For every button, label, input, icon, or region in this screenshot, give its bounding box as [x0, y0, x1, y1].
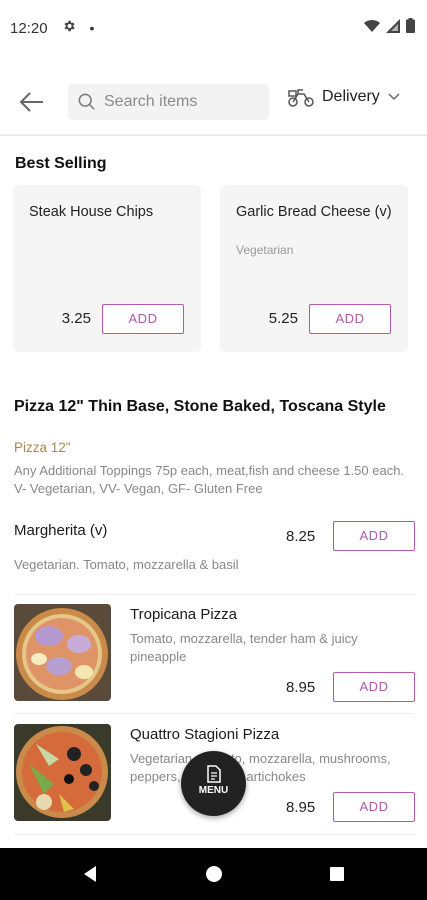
search-input[interactable]: [104, 93, 254, 111]
search-icon: [78, 93, 95, 110]
item-name: Margherita (v): [14, 522, 108, 539]
category-description: Any Additional Toppings 75p each, meat,f…: [14, 463, 405, 496]
delivery-selector[interactable]: Delivery: [288, 86, 400, 108]
add-button[interactable]: ADD: [309, 304, 391, 334]
pizza-image: [14, 604, 111, 701]
status-time: 12:20: [10, 19, 48, 37]
item-price: 8.95: [286, 799, 316, 816]
add-button[interactable]: ADD: [333, 672, 415, 702]
divider: [14, 594, 414, 595]
item-description: Tomato, mozzarella, tender ham & juicy p…: [130, 631, 358, 664]
battery-icon: [406, 18, 415, 33]
add-button[interactable]: ADD: [333, 792, 415, 822]
product-tag: Vegetarian: [236, 243, 294, 257]
product-name: Garlic Bread Cheese (v): [236, 204, 392, 220]
item-name: Quattro Stagioni Pizza: [130, 726, 280, 743]
item-description: Vegetarian. Tomato, mozzarella & basil: [14, 557, 239, 572]
document-icon: [206, 765, 221, 783]
wifi-icon: [364, 19, 380, 32]
divider: [14, 713, 414, 714]
signal-icon: [386, 18, 400, 33]
delivery-bike-icon: [288, 89, 314, 107]
delivery-label: Delivery: [322, 88, 380, 105]
item-description: Vegetarian. Tomato, mozzarella, mushroom…: [130, 751, 391, 784]
best-selling-card[interactable]: Steak House Chips 3.25 ADD: [13, 185, 201, 352]
status-bar: 12:20 •: [0, 0, 427, 56]
best-selling-card[interactable]: Garlic Bread Cheese (v) Vegetarian 5.25 …: [220, 185, 408, 352]
header: Delivery: [0, 72, 427, 132]
settings-gear-icon: [62, 19, 76, 37]
pizza-image: [14, 724, 111, 821]
back-arrow-icon[interactable]: [18, 88, 46, 116]
notification-dot: •: [89, 20, 95, 36]
item-price: 8.25: [286, 528, 316, 545]
status-icons: [364, 18, 415, 33]
category-title: Pizza 12" Thin Base, Stone Baked, Toscan…: [14, 398, 386, 415]
divider: [14, 834, 414, 835]
add-button[interactable]: ADD: [102, 304, 184, 334]
product-name: Steak House Chips: [29, 204, 154, 220]
best-selling-title: Best Selling: [15, 155, 107, 172]
category-subtitle: Pizza 12": [14, 440, 71, 455]
nav-home-icon[interactable]: [202, 862, 226, 886]
product-price: 3.25: [61, 310, 91, 327]
header-divider: [0, 134, 427, 136]
nav-back-icon[interactable]: [78, 862, 102, 886]
search-bar[interactable]: [68, 84, 269, 120]
nav-recents-icon[interactable]: [325, 862, 349, 886]
item-name: Tropicana Pizza: [130, 606, 237, 623]
chevron-down-icon: [388, 93, 400, 101]
menu-fab-label: MENU: [198, 785, 229, 796]
menu-fab-button[interactable]: MENU: [181, 751, 246, 816]
add-button[interactable]: ADD: [333, 521, 415, 551]
item-price: 8.95: [286, 679, 316, 696]
system-nav-bar: [0, 848, 427, 900]
product-price: 5.25: [268, 310, 298, 327]
